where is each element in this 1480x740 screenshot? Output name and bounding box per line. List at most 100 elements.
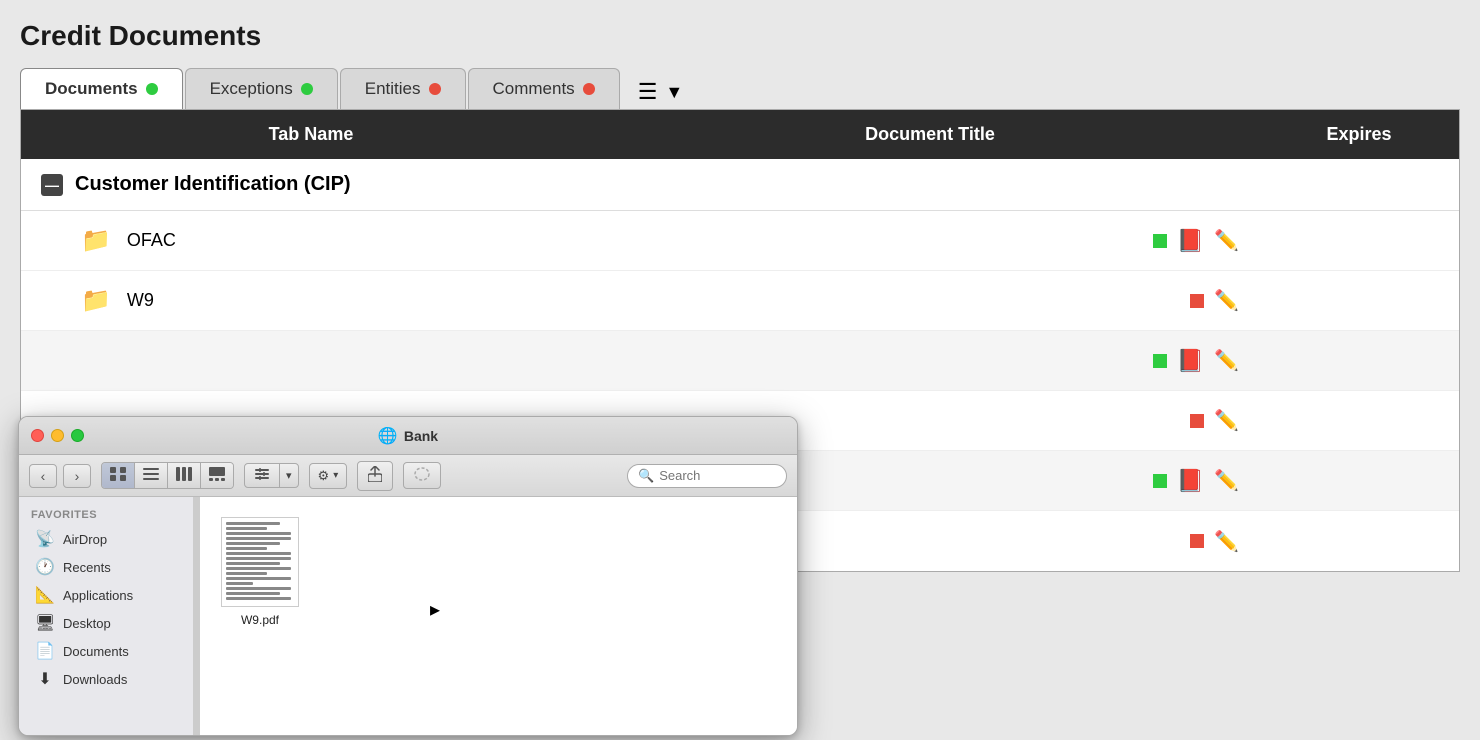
extra-status-dot: [1153, 354, 1167, 368]
finder-back-button[interactable]: ‹: [29, 464, 57, 488]
table-header: Tab Name Document Title Expires: [21, 110, 1459, 159]
gear-icon: ⚙: [318, 468, 330, 484]
finder-title-text: Bank: [404, 428, 438, 444]
tabs-extra-controls: ☰ ▼: [638, 79, 684, 109]
window-close-button[interactable]: [31, 429, 44, 442]
finder-toolbar: ‹ › ▾ ⚙ ▾: [19, 455, 797, 497]
tab-exceptions[interactable]: Exceptions: [185, 68, 338, 109]
w9-status-dot: [1190, 294, 1204, 308]
folder-icon: 📁: [81, 286, 111, 315]
view-column-button[interactable]: [168, 463, 201, 488]
extra-pdf-icon[interactable]: 📕: [1177, 468, 1204, 494]
extra-edit-icon[interactable]: ✏️: [1214, 348, 1239, 373]
view-list-button[interactable]: [135, 463, 168, 488]
finder-window: 🌐 Bank ‹ › ▾ ⚙: [18, 416, 798, 736]
extra-edit-icon[interactable]: ✏️: [1214, 468, 1239, 493]
view-icon-button[interactable]: [102, 463, 135, 488]
sidebar-item-desktop[interactable]: 🖥 Desktop: [23, 609, 189, 637]
finder-body: Favorites 📡 AirDrop 🕐 Recents 📐 Applicat…: [19, 497, 797, 736]
cip-section-title: Customer Identification (CIP): [75, 173, 351, 196]
finder-title-icon: 🌐: [378, 426, 398, 446]
view-options-icon: [245, 464, 280, 487]
finder-action-button[interactable]: ⚙ ▾: [309, 463, 348, 489]
finder-window-title: 🌐 Bank: [378, 426, 438, 446]
row-w9-expires: [1259, 291, 1459, 311]
tab-comments-label: Comments: [493, 79, 575, 99]
airdrop-icon: 📡: [35, 529, 55, 549]
sidebar-item-recents[interactable]: 🕐 Recents: [23, 553, 189, 581]
tab-entities-dot: [429, 83, 441, 95]
row-ofac-actions: 📕 ✏️: [601, 218, 1259, 264]
col-header-tabname: Tab Name: [21, 110, 601, 159]
table-row: 📕 ✏️: [21, 331, 1459, 391]
tab-entities-label: Entities: [365, 79, 421, 99]
sidebar-item-applications-label: Applications: [63, 588, 133, 603]
view-options-arrow: ▾: [280, 465, 298, 486]
chevron-down-icon[interactable]: ▼: [665, 82, 683, 103]
collapse-section-button[interactable]: [41, 174, 63, 196]
ofac-edit-icon[interactable]: ✏️: [1214, 228, 1239, 253]
sidebar-item-documents[interactable]: 📄 Documents: [23, 637, 189, 665]
extra-row-3-expires: [1259, 471, 1459, 491]
page-title: Credit Documents: [20, 20, 1460, 52]
applications-icon: 📐: [35, 585, 55, 605]
finder-view-options-button[interactable]: ▾: [244, 463, 299, 488]
sidebar-item-downloads-label: Downloads: [63, 672, 127, 687]
extra-status-dot: [1190, 414, 1204, 428]
sidebar-item-airdrop[interactable]: 📡 AirDrop: [23, 525, 189, 553]
extra-edit-icon[interactable]: ✏️: [1214, 408, 1239, 433]
w9-edit-icon[interactable]: ✏️: [1214, 288, 1239, 313]
tab-comments[interactable]: Comments: [468, 68, 620, 109]
tab-documents[interactable]: Documents: [20, 68, 183, 109]
downloads-icon: ⬇: [35, 669, 55, 689]
folder-icon: 📁: [81, 226, 111, 255]
extra-row-1-actions: 📕 ✏️: [601, 338, 1259, 384]
cip-section-header: Customer Identification (CIP): [21, 159, 1459, 211]
finder-forward-button[interactable]: ›: [63, 464, 91, 488]
tab-comments-dot: [583, 83, 595, 95]
sidebar-item-recents-label: Recents: [63, 560, 111, 575]
col-header-expires: Expires: [1259, 110, 1459, 159]
window-maximize-button[interactable]: [71, 429, 84, 442]
finder-tag-button[interactable]: [403, 462, 441, 489]
table-row: 📁 W9 ✏️: [21, 271, 1459, 331]
table-row: 📁 OFAC 📕 ✏️: [21, 211, 1459, 271]
view-gallery-button[interactable]: [201, 463, 233, 488]
tab-entities[interactable]: Entities: [340, 68, 466, 109]
extra-row-1-name: [21, 351, 601, 371]
extra-row-1-expires: [1259, 351, 1459, 371]
sidebar-favorites-label: Favorites: [19, 507, 193, 525]
tab-documents-dot: [146, 83, 158, 95]
search-icon: 🔍: [638, 468, 654, 484]
cursor-pointer-indicator: ▸: [430, 597, 440, 622]
extra-status-dot: [1190, 534, 1204, 548]
extra-pdf-icon[interactable]: 📕: [1177, 348, 1204, 374]
tabs-bar: Documents Exceptions Entities Comments ☰…: [20, 68, 1460, 109]
sidebar-item-applications[interactable]: 📐 Applications: [23, 581, 189, 609]
finder-sidebar: Favorites 📡 AirDrop 🕐 Recents 📐 Applicat…: [19, 497, 194, 736]
row-w9-actions: ✏️: [601, 278, 1259, 323]
tab-exceptions-label: Exceptions: [210, 79, 293, 99]
row-ofac-name: 📁 OFAC: [21, 216, 601, 265]
extra-row-2-expires: [1259, 411, 1459, 431]
finder-content-area: W9.pdf ▸: [200, 497, 797, 736]
finder-search-input[interactable]: [659, 468, 769, 483]
action-button-arrow: ▾: [333, 470, 338, 481]
extra-edit-icon[interactable]: ✏️: [1214, 529, 1239, 554]
hamburger-menu-icon[interactable]: ☰: [638, 79, 658, 105]
window-minimize-button[interactable]: [51, 429, 64, 442]
ofac-pdf-icon[interactable]: 📕: [1177, 228, 1204, 254]
w9-pdf-thumbnail: [221, 517, 299, 607]
file-item-w9[interactable]: W9.pdf: [220, 517, 300, 627]
finder-search-box[interactable]: 🔍: [627, 464, 787, 488]
finder-titlebar: 🌐 Bank: [19, 417, 797, 455]
row-w9-label: W9: [127, 290, 154, 311]
finder-share-button[interactable]: [357, 461, 393, 491]
row-ofac-expires: [1259, 231, 1459, 251]
w9-pdf-filename: W9.pdf: [241, 613, 279, 627]
recents-icon: 🕐: [35, 557, 55, 577]
sidebar-item-downloads[interactable]: ⬇ Downloads: [23, 665, 189, 693]
finder-view-buttons: [101, 462, 234, 489]
extra-row-4-expires: [1259, 531, 1459, 551]
row-ofac-label: OFAC: [127, 230, 176, 251]
